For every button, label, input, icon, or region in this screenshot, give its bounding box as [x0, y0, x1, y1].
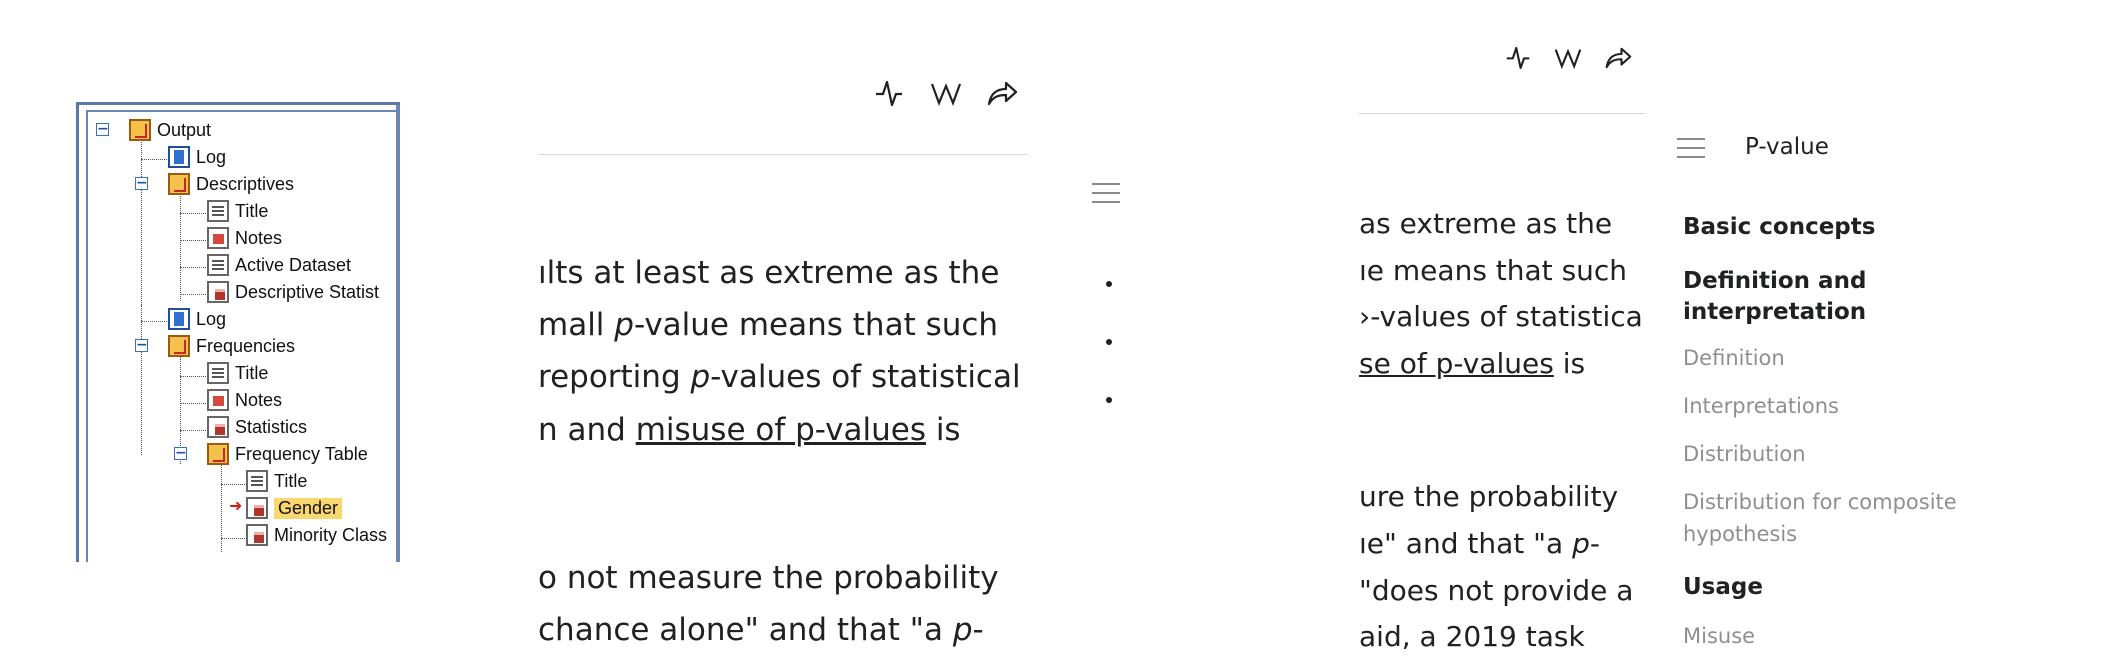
collapse-output-button[interactable]: −: [96, 122, 109, 136]
article-line: ›-values of statistical: [1359, 300, 1645, 333]
collapse-frequencies-button[interactable]: −: [135, 338, 148, 352]
collapse-frequency-table-button[interactable]: −: [174, 446, 187, 460]
article-fragment-left: ılts at least as extreme as the mall p-v…: [538, 0, 1028, 664]
toc-subsection-distribution[interactable]: Distribution: [1683, 438, 1806, 470]
notes-icon: [207, 227, 229, 249]
tree-node-frequency-table[interactable]: Frequency Table: [207, 442, 368, 466]
spss-output-navigator: − − − − Output Log Descriptives Title No…: [76, 102, 400, 562]
tree-node-minority-class[interactable]: Minority Class: [246, 523, 387, 547]
menu-icon[interactable]: [1092, 183, 1120, 210]
list-bullet: [1106, 281, 1112, 287]
tree-connector: [180, 240, 206, 241]
activity-icon[interactable]: [1505, 44, 1531, 71]
tree-node-output[interactable]: Output: [129, 118, 211, 142]
notes-icon: [207, 389, 229, 411]
table-icon: [207, 416, 229, 438]
tree-connector: [141, 321, 167, 322]
output-book-icon: [168, 173, 190, 195]
title-page-icon: [207, 362, 229, 384]
tree-connector: [221, 484, 247, 485]
toc-menu-icon[interactable]: [1677, 138, 1705, 165]
misuse-link[interactable]: misuse of p-values: [636, 412, 926, 448]
current-item-arrow-icon: ➜: [229, 496, 243, 515]
article-line: o not measure the probability: [538, 560, 999, 596]
tree-node-gender[interactable]: Gender: [246, 496, 343, 520]
toc-section-usage[interactable]: Usage: [1683, 572, 1763, 603]
tree-connector: [221, 538, 247, 539]
tree-node-title-2[interactable]: Title: [207, 361, 268, 385]
tree-node-descriptives[interactable]: Descriptives: [168, 172, 294, 196]
activity-icon[interactable]: [874, 78, 904, 108]
output-book-icon: [129, 119, 151, 141]
title-page-icon: [207, 200, 229, 222]
share-icon[interactable]: [986, 78, 1018, 108]
article-line: as extreme as the: [1359, 207, 1613, 240]
collapse-descriptives-button[interactable]: −: [135, 176, 148, 190]
tree-connector: [141, 159, 167, 160]
toolbar-divider: [1359, 113, 1645, 114]
article-line: "does not provide a: [1359, 574, 1634, 607]
tree-node-descriptive-statistics[interactable]: Descriptive Statist: [207, 280, 379, 304]
tree-connector: [180, 213, 206, 214]
tree-node-title[interactable]: Title: [207, 199, 268, 223]
tree-connector: [180, 430, 206, 431]
misuse-link[interactable]: se of p-values: [1359, 347, 1554, 380]
list-bullet: [1106, 397, 1112, 403]
article-line: ure the probability: [1359, 480, 1619, 513]
toc-subsection-definition[interactable]: Definition: [1683, 342, 1785, 374]
article-line: ıe means that such: [1359, 254, 1628, 287]
tree-node-frequencies[interactable]: Frequencies: [168, 334, 295, 358]
toc-section-basic-concepts[interactable]: Basic concepts: [1683, 212, 1875, 243]
article-line: se of p-values is: [1359, 347, 1586, 380]
table-icon: [246, 524, 268, 546]
toc-page-title: P-value: [1745, 134, 1829, 160]
share-icon[interactable]: [1604, 44, 1632, 71]
article-line: ıe" and that "a p-: [1359, 527, 1600, 560]
table-icon: [207, 281, 229, 303]
toc-subsection-misuse[interactable]: Misuse: [1683, 620, 1755, 652]
toc-subsection-distribution-composite[interactable]: Distribution for composite hypothesis: [1683, 486, 1957, 550]
output-book-icon: [207, 443, 229, 465]
tree-node-title-3[interactable]: Title: [246, 469, 307, 493]
tree-connector: [141, 137, 142, 313]
tree-scrollbar[interactable]: [396, 105, 400, 562]
tree-node-notes-2[interactable]: Notes: [207, 388, 282, 412]
log-icon: [168, 308, 190, 330]
tree-connector: [180, 267, 206, 268]
toolbar-divider: [538, 154, 1028, 155]
tree-connector: [180, 294, 206, 295]
list-bullet: [1106, 339, 1112, 345]
article-fragment-right: as extreme as the ıe means that such ›-v…: [1359, 0, 1645, 664]
tree-connector: [141, 305, 142, 455]
output-book-icon: [168, 335, 190, 357]
toc-section-definition-and-interpretation[interactable]: Definition and interpretation: [1683, 266, 1866, 328]
tree-node-log-2[interactable]: Log: [168, 307, 226, 331]
log-icon: [168, 146, 190, 168]
article-line: mall p-value means that such: [538, 307, 999, 343]
article-line: chance alone" and that "a p-: [538, 612, 984, 648]
article-line: n and misuse of p-values is: [538, 412, 961, 448]
tree-node-notes[interactable]: Notes: [207, 226, 282, 250]
wikipedia-icon[interactable]: [930, 80, 962, 106]
dataset-page-icon: [207, 254, 229, 276]
tree-connector: [180, 403, 206, 404]
selected-label: Gender: [274, 497, 343, 519]
tree-node-active-dataset[interactable]: Active Dataset: [207, 253, 351, 277]
article-line: reporting p-values of statistical: [538, 359, 1021, 395]
tree-node-log[interactable]: Log: [168, 145, 226, 169]
tree-node-statistics[interactable]: Statistics: [207, 415, 307, 439]
tree-connector: [180, 191, 181, 301]
table-icon: [246, 497, 268, 519]
toc-subsection-interpretations[interactable]: Interpretations: [1683, 390, 1839, 422]
tree-connector: [180, 376, 206, 377]
wikipedia-icon[interactable]: [1554, 46, 1582, 69]
article-line: ılts at least as extreme as the: [538, 255, 1000, 291]
article-line: aid, a 2019 task: [1359, 620, 1585, 653]
title-page-icon: [246, 470, 268, 492]
